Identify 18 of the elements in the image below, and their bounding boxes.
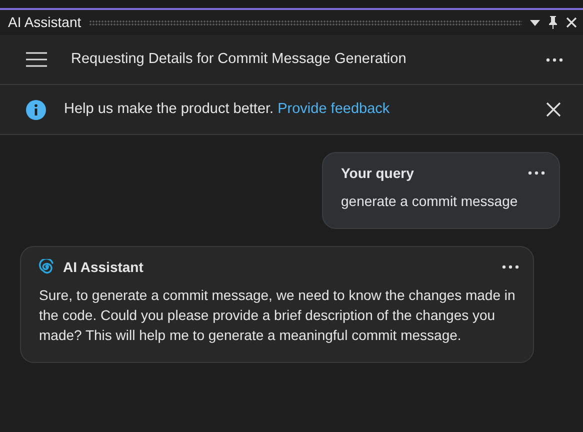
- feedback-link[interactable]: Provide feedback: [278, 100, 390, 117]
- message-text: Sure, to generate a commit message, we need to know the changes made in the code. Could you please provide a brief description of the changes you made? This will help me to generate a meaningful commit message.: [39, 286, 516, 346]
- dropdown-icon[interactable]: [530, 20, 540, 26]
- message-author: AI Assistant: [63, 258, 144, 277]
- message-text: generate a commit message: [341, 192, 519, 212]
- conversation-title: Requesting Details for Commit Message Generation: [71, 50, 408, 69]
- window-title: AI Assistant: [8, 13, 82, 32]
- close-icon[interactable]: [566, 17, 577, 28]
- more-icon[interactable]: [546, 58, 563, 62]
- swirl-icon: [39, 258, 55, 275]
- menu-icon[interactable]: [26, 52, 47, 67]
- message-author: Your query: [341, 164, 415, 183]
- more-icon[interactable]: [502, 264, 519, 269]
- feedback-message: Help us make the product better. Provide feedback: [64, 100, 391, 119]
- info-icon: [26, 100, 46, 120]
- pin-icon[interactable]: [548, 16, 558, 29]
- more-icon[interactable]: [528, 171, 545, 176]
- close-icon[interactable]: [546, 102, 561, 117]
